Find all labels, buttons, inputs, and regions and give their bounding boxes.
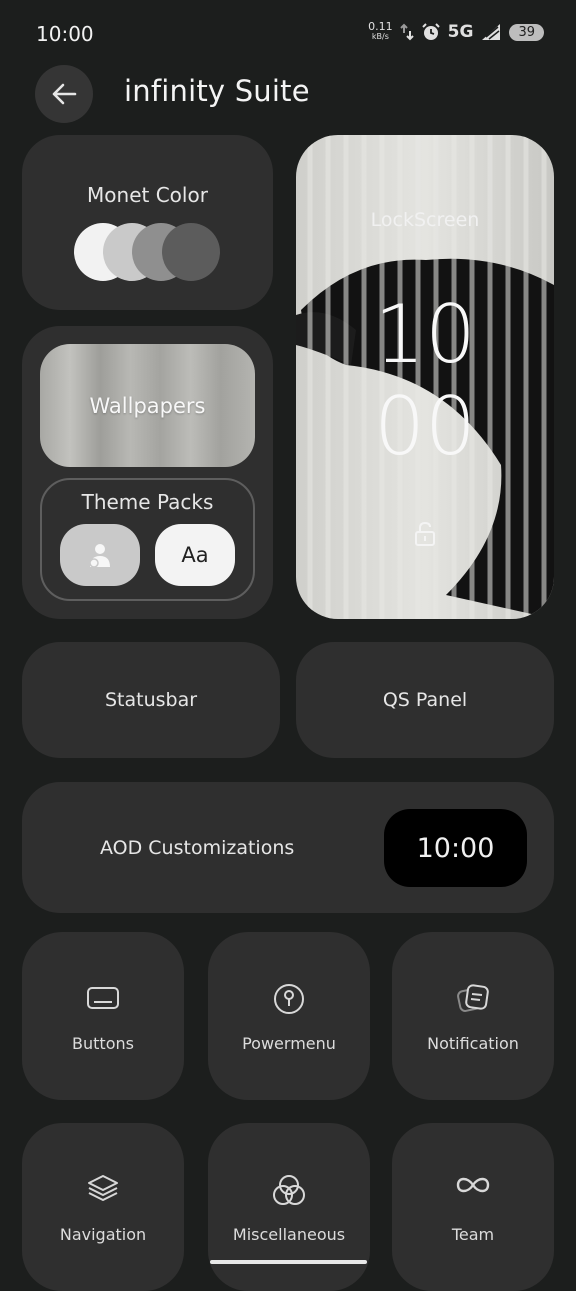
lockscreen-clock-minute: 00 bbox=[374, 380, 476, 473]
tile-label: Powermenu bbox=[242, 1034, 336, 1053]
battery-indicator: 39 bbox=[509, 23, 544, 41]
qs-panel-label: QS Panel bbox=[382, 689, 468, 711]
lockscreen-label: LockScreen bbox=[370, 209, 480, 231]
tile-label: Team bbox=[451, 1225, 495, 1244]
team-tile[interactable]: Team bbox=[392, 1123, 554, 1291]
lock-icon bbox=[415, 521, 435, 546]
back-button[interactable] bbox=[35, 65, 93, 123]
data-transfer-icon bbox=[399, 23, 414, 41]
qs-panel-card[interactable]: QS Panel bbox=[296, 642, 554, 758]
circles-icon bbox=[273, 1175, 305, 1205]
page-title: infinity Suite bbox=[124, 74, 310, 108]
statusbar-label: Statusbar bbox=[104, 689, 198, 711]
status-icons: 0.11 kB/s 5G 39 bbox=[368, 20, 544, 42]
infinity-icon bbox=[456, 1177, 490, 1193]
buttons-tile[interactable]: Buttons bbox=[22, 932, 184, 1100]
tile-label: Navigation bbox=[59, 1225, 147, 1244]
person-icon bbox=[89, 544, 110, 568]
network-type: 5G bbox=[447, 22, 474, 42]
statusbar-card[interactable]: Statusbar bbox=[22, 642, 280, 758]
alarm-icon bbox=[421, 23, 440, 40]
theme-packs-label: Theme Packs bbox=[81, 490, 214, 514]
arrow-left-icon bbox=[52, 83, 77, 105]
icon-pack-button[interactable] bbox=[60, 524, 140, 586]
tile-label: Buttons bbox=[72, 1034, 134, 1053]
signal-icon bbox=[482, 24, 501, 40]
font-pack-button[interactable]: Aa bbox=[155, 524, 235, 586]
status-time: 10:00 bbox=[36, 22, 94, 46]
aod-clock-preview: 10:00 bbox=[384, 809, 527, 887]
power-icon bbox=[274, 984, 304, 1014]
speed-value: 0.11 bbox=[368, 20, 393, 33]
wallpapers-button[interactable]: Wallpapers bbox=[40, 344, 255, 467]
aod-customizations-label: AOD Customizations bbox=[100, 837, 295, 859]
layers-icon bbox=[88, 1175, 118, 1201]
home-indicator[interactable] bbox=[210, 1260, 367, 1264]
speed-unit: kB/s bbox=[371, 32, 389, 41]
button-icon bbox=[87, 987, 119, 1009]
navigation-tile[interactable]: Navigation bbox=[22, 1123, 184, 1291]
miscellaneous-tile[interactable]: Miscellaneous bbox=[208, 1123, 370, 1291]
powermenu-tile[interactable]: Powermenu bbox=[208, 932, 370, 1100]
monet-color-card[interactable]: Monet Color bbox=[22, 135, 273, 310]
lockscreen-card[interactable]: LockScreen 10 00 bbox=[296, 135, 554, 619]
theme-packs-box: Theme Packs Aa bbox=[40, 478, 255, 601]
monet-color-label: Monet Color bbox=[87, 183, 208, 207]
notification-tile[interactable]: Notification bbox=[392, 932, 554, 1100]
notification-icon bbox=[457, 984, 489, 1012]
color-swatch bbox=[162, 223, 220, 281]
network-speed: 0.11 kB/s bbox=[368, 20, 393, 42]
lockscreen-clock-hour: 10 bbox=[374, 288, 476, 381]
tile-label: Miscellaneous bbox=[232, 1225, 346, 1244]
tile-label: Notification bbox=[427, 1034, 519, 1053]
